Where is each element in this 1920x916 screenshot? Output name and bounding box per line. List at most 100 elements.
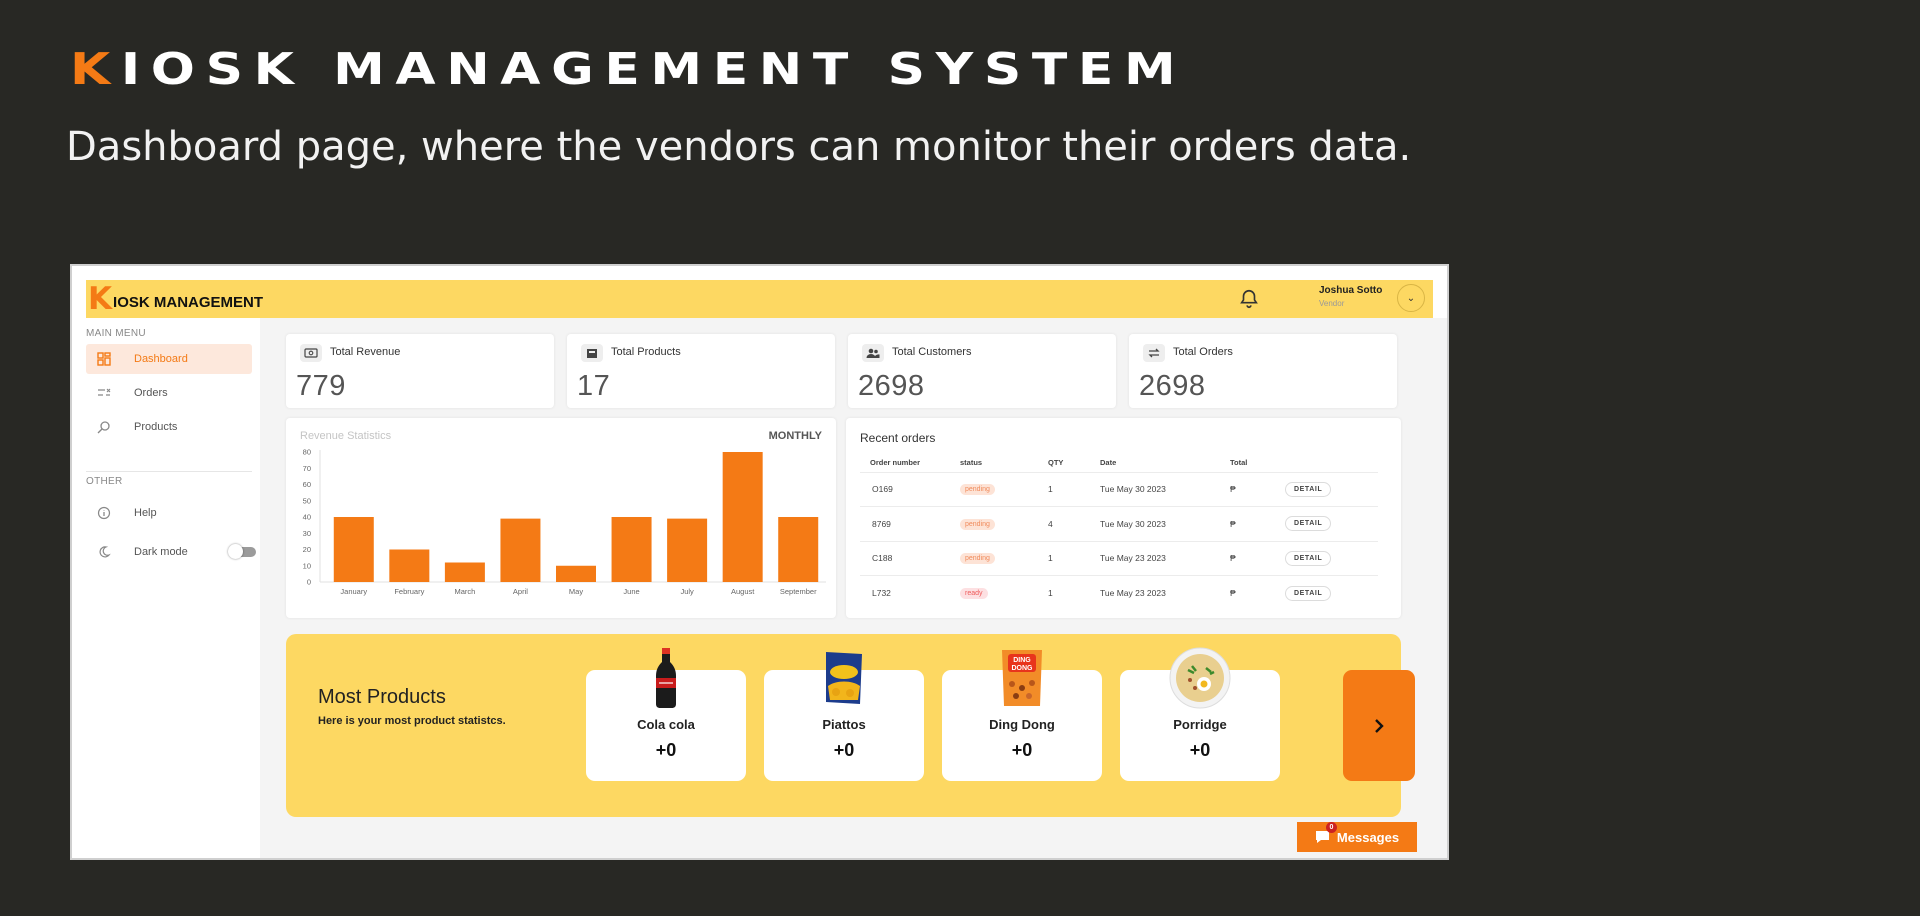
table-row: 8769 pending 4 Tue May 30 2023 ₱ DETAIL [860, 506, 1378, 542]
order-number: 8769 [860, 506, 960, 542]
sidebar-item-label: Dashboard [134, 353, 188, 365]
order-total: ₱ [1230, 506, 1285, 542]
x-tick-label: May [569, 587, 583, 596]
detail-button[interactable]: DETAIL [1285, 481, 1332, 497]
table-row: O169 pending 1 Tue May 30 2023 ₱ DETAIL [860, 472, 1378, 507]
stat-card-customers: Total Customers 2698 [848, 334, 1116, 408]
sidebar-item-help[interactable]: Help [86, 498, 252, 528]
order-status-cell: pending [960, 472, 1048, 507]
orders-icon [96, 385, 112, 401]
column-header: Date [1100, 454, 1230, 473]
sidebar-item-label: Orders [134, 387, 168, 399]
presentation-subtitle: Dashboard page, where the vendors can mo… [66, 124, 1412, 170]
sidebar: MAIN MENU Dashboard Orders Products OTHE… [72, 318, 260, 858]
status-badge: pending [960, 518, 995, 530]
y-tick-label: 30 [303, 529, 311, 538]
recent-orders-title: Recent orders [860, 431, 936, 445]
stat-label: Total Orders [1173, 346, 1233, 358]
porridge-bowl-icon [1169, 647, 1231, 709]
stat-card-revenue: Total Revenue 779 [286, 334, 554, 408]
bell-icon[interactable] [1238, 288, 1260, 310]
most-products-banner: Most Products Here is your most product … [286, 634, 1415, 817]
sidebar-item-dashboard[interactable]: Dashboard [86, 344, 252, 374]
product-card-ding-dong[interactable]: DING DONG Ding Dong +0 [942, 650, 1102, 781]
order-date: Tue May 30 2023 [1100, 506, 1230, 542]
revenue-panel: Revenue Statistics MONTHLY 0 10 20 30 40 50 60… [286, 418, 836, 618]
revenue-title: Revenue Statistics [300, 430, 392, 442]
revenue-period-selector[interactable]: MONTHLY [769, 430, 822, 442]
next-products-button[interactable] [1343, 670, 1415, 781]
main-content: Total Revenue 779 Total Products 17 Tota… [260, 318, 1447, 858]
bar [444, 562, 485, 582]
column-header [1285, 454, 1378, 473]
revenue-bar-chart: 0 10 20 30 40 50 60 70 80 January February March Apr… [303, 448, 826, 596]
moon-icon [96, 544, 112, 560]
detail-button[interactable]: DETAIL [1285, 516, 1332, 532]
x-tick-label: August [731, 587, 755, 596]
product-name: Porridge [1173, 717, 1227, 732]
stat-value: 2698 [1139, 370, 1206, 402]
dark-mode-toggle[interactable] [228, 544, 256, 559]
stat-label: Total Customers [892, 346, 972, 358]
sidebar-item-label: Dark mode [134, 546, 188, 558]
x-tick-label: April [513, 587, 528, 596]
column-header: QTY [1048, 454, 1100, 473]
snack-bag-icon: DING DONG [1002, 650, 1042, 706]
sidebar-item-label: Help [134, 507, 157, 519]
logo-text: IOSK MANAGEMENT [113, 293, 264, 311]
y-tick-label: 40 [303, 513, 311, 522]
recent-orders-panel: Recent orders Order number status QTY Da… [846, 418, 1401, 618]
detail-button[interactable]: DETAIL [1285, 585, 1332, 601]
most-products-title: Most Products [318, 686, 446, 708]
user-name: Joshua Sotto [1319, 285, 1383, 296]
x-tick-label: March [454, 587, 475, 596]
product-card-piattos[interactable]: Piattos +0 [764, 652, 924, 781]
order-number: L732 [872, 588, 891, 598]
swap-icon [1143, 344, 1165, 362]
status-badge: pending [960, 484, 995, 496]
order-action-cell: DETAIL [1285, 472, 1378, 507]
bar [500, 518, 541, 582]
table-row: L732 ready 1 Tue May 23 2023 ₱ DETAIL [860, 576, 1378, 611]
chevron-right-icon [1375, 718, 1384, 733]
order-number: C188 [860, 541, 960, 576]
sidebar-item-orders[interactable]: Orders [86, 378, 252, 408]
sidebar-item-products[interactable]: Products [86, 412, 252, 442]
stat-value: 2698 [858, 370, 925, 402]
bar [389, 549, 430, 582]
title-text: IOSK MANAGEMENT SYSTEM [120, 44, 1187, 95]
stat-card-orders: Total Orders 2698 [1129, 334, 1397, 408]
y-tick-label: 0 [307, 578, 311, 587]
pack-label: DING [1013, 657, 1031, 664]
recent-orders-table: Order number status QTY Date Total O169 … [860, 454, 1378, 610]
x-tick-label: January [340, 587, 367, 596]
stat-value: 17 [577, 370, 611, 402]
search-icon [96, 419, 112, 435]
messages-button[interactable]: 0 Messages [1297, 822, 1417, 852]
title-accent-letter: K [70, 44, 121, 95]
info-icon [96, 505, 112, 521]
x-tick-label: July [680, 587, 694, 596]
detail-button[interactable]: DETAIL [1285, 550, 1332, 566]
table-header-row: Order number status QTY Date Total [860, 454, 1378, 473]
stat-card-products: Total Products 17 [567, 334, 835, 408]
chat-icon: 0 [1315, 822, 1337, 844]
main-menu-label: MAIN MENU [86, 328, 146, 339]
app-logo[interactable]: K IOSK MANAGEMENT [88, 280, 263, 318]
dashboard-icon [96, 351, 112, 367]
y-tick-label: 80 [303, 448, 311, 457]
product-card-cola[interactable]: Cola cola +0 [586, 648, 746, 781]
product-name: Ding Dong [989, 717, 1055, 732]
app-screenshot: K IOSK MANAGEMENT Joshua Sotto Vendor ⌄ … [70, 264, 1449, 860]
sidebar-item-dark-mode[interactable]: Dark mode [86, 537, 256, 567]
bar [556, 565, 596, 582]
product-card-porridge[interactable]: Porridge +0 [1120, 647, 1280, 781]
product-count: +0 [833, 740, 855, 760]
bar [611, 517, 652, 582]
stat-label: Total Products [611, 346, 681, 358]
column-header: Total [1230, 454, 1285, 473]
column-header: Order number [860, 454, 960, 473]
order-action-cell: DETAIL [1285, 576, 1378, 611]
user-menu-button[interactable]: ⌄ [1397, 284, 1425, 312]
order-qty: 1 [1048, 541, 1100, 576]
